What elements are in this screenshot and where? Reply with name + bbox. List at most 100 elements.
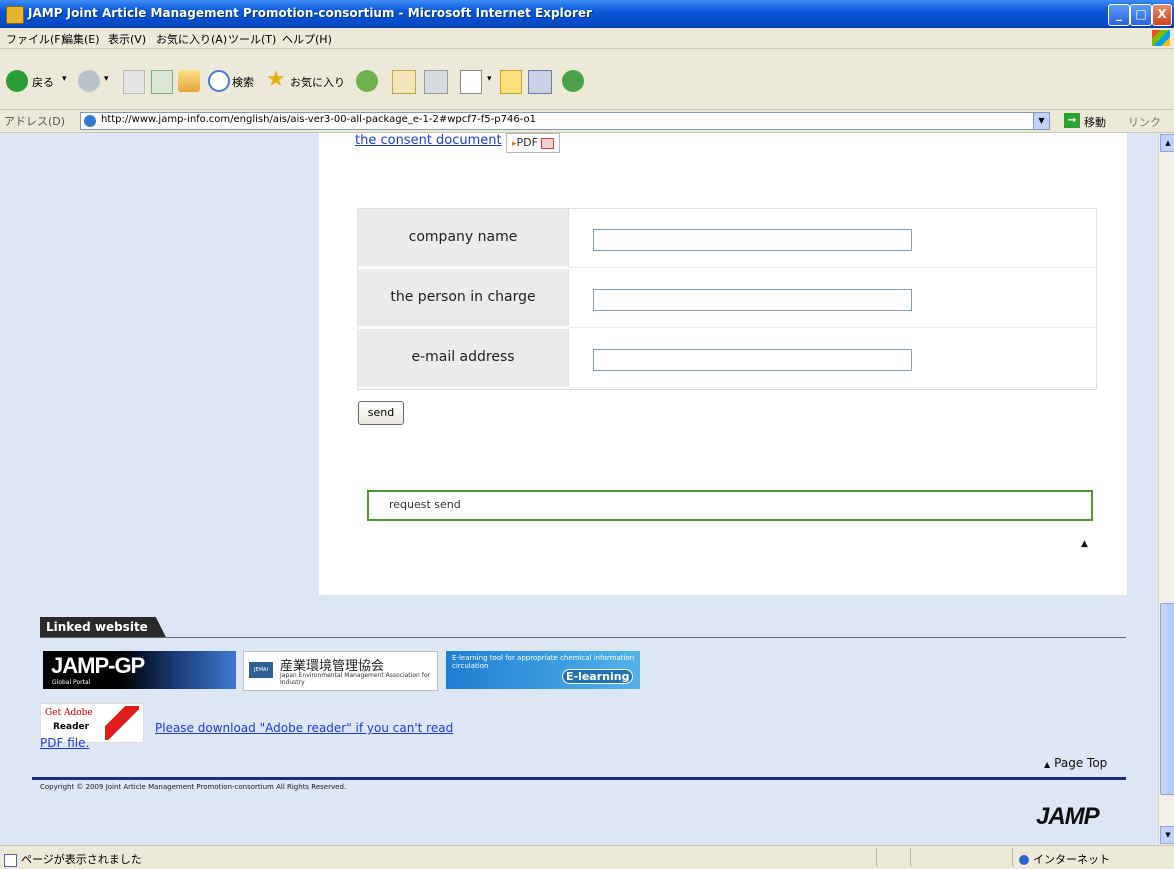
links-button[interactable]: リンク — [1128, 114, 1161, 130]
email-address-label: e-mail address — [358, 329, 569, 387]
jamp-gp-title: JAMP-GP — [51, 653, 145, 678]
pdf-badge-label: PDF — [516, 136, 538, 149]
close-button[interactable]: X — [1152, 4, 1172, 26]
up-arrow-icon: ▲ — [1044, 760, 1051, 769]
search-label[interactable]: 検索 — [232, 74, 254, 90]
go-arrow-icon[interactable]: → — [1064, 113, 1080, 128]
menu-favorites[interactable]: お気に入り(A) — [156, 31, 227, 47]
research-icon[interactable] — [528, 70, 552, 94]
back-label[interactable]: 戻る — [32, 74, 54, 90]
window-title: JAMP Joint Article Management Promotion-… — [28, 6, 592, 20]
reader-text: Reader — [53, 722, 90, 732]
status-separator — [910, 848, 911, 866]
elearning-banner[interactable]: E-learning tool for appropriate chemical… — [446, 651, 640, 689]
page-viewport: the consent document ▸PDF company name t… — [0, 133, 1158, 845]
request-form: company name the person in charge e-mail… — [357, 208, 1097, 390]
forward-icon[interactable] — [78, 70, 100, 92]
email-address-input[interactable] — [593, 349, 912, 371]
windows-logo-icon — [1152, 30, 1170, 46]
form-cell — [569, 209, 1096, 268]
title-bar: JAMP Joint Article Management Promotion-… — [0, 0, 1174, 28]
adobe-reader-download-link-line2[interactable]: PDF file. — [40, 736, 89, 750]
copyright-text: Copyright © 2009 Joint Article Managemen… — [40, 783, 347, 791]
menu-file[interactable]: ファイル(F) — [6, 31, 65, 47]
favorites-label[interactable]: お気に入り — [290, 74, 345, 90]
form-row-email: e-mail address — [358, 329, 1096, 388]
form-row-company: company name — [358, 209, 1096, 268]
status-separator — [876, 848, 877, 866]
jemai-english-name: Japan Environmental Management Associati… — [280, 672, 430, 686]
edit-dropdown-icon[interactable]: ▾ — [487, 74, 492, 84]
menu-bar: ファイル(F) 編集(E) 表示(V) お気に入り(A) ツール(T) ヘルプ(… — [0, 28, 1174, 49]
minimize-button[interactable]: _ — [1108, 4, 1130, 26]
scroll-down-icon[interactable]: ▼ — [1160, 826, 1174, 844]
status-separator — [1012, 848, 1013, 866]
back-dropdown-icon[interactable]: ▾ — [62, 74, 67, 84]
address-label: アドレス(D) — [4, 115, 66, 128]
jamp-gp-subtitle: Global Portal — [52, 679, 91, 686]
edit-icon[interactable] — [460, 70, 482, 94]
discuss-icon[interactable] — [500, 70, 522, 94]
address-url[interactable]: http://www.jamp-info.com/english/ais/ais… — [101, 114, 536, 125]
content-panel: the consent document ▸PDF company name t… — [319, 133, 1127, 595]
history-icon[interactable] — [356, 70, 378, 92]
jamp-gp-banner[interactable]: JAMP-GP Global Portal — [43, 651, 236, 689]
page-top-label: Page Top — [1054, 756, 1108, 770]
scroll-thumb[interactable] — [1160, 603, 1174, 795]
consent-document-link[interactable]: the consent document — [355, 133, 502, 148]
mail-icon[interactable] — [392, 70, 416, 94]
go-button[interactable]: 移動 — [1084, 114, 1106, 130]
page-icon — [84, 115, 96, 127]
status-message: ページが表示されました — [21, 853, 142, 866]
jamp-logo: JAMP — [1036, 803, 1100, 830]
status-zone: インターネット — [1019, 851, 1110, 867]
forward-dropdown-icon[interactable]: ▾ — [104, 74, 109, 84]
menu-view[interactable]: 表示(V) — [108, 31, 146, 47]
company-name-label: company name — [358, 209, 569, 267]
address-input[interactable]: http://www.jamp-info.com/english/ais/ais… — [80, 112, 1050, 130]
menu-edit[interactable]: 編集(E) — [62, 31, 100, 47]
get-adobe-text: Get Adobe — [45, 708, 93, 718]
form-row-person: the person in charge — [358, 269, 1096, 328]
company-name-input[interactable] — [593, 229, 912, 251]
request-send-box: request send — [367, 490, 1093, 521]
status-text: ページが表示されました — [4, 851, 142, 867]
favorites-star-icon[interactable]: ★ — [266, 69, 288, 92]
home-icon[interactable] — [178, 70, 200, 92]
vertical-scrollbar[interactable]: ▲ ▼ — [1158, 133, 1174, 845]
footer-divider — [32, 777, 1126, 780]
person-in-charge-label: the person in charge — [358, 269, 569, 327]
adobe-reader-download-link[interactable]: Please download "Adobe reader" if you ca… — [155, 721, 453, 735]
status-bar: ページが表示されました インターネット — [0, 845, 1174, 869]
search-icon[interactable] — [208, 70, 230, 92]
person-in-charge-input[interactable] — [593, 289, 912, 311]
request-send-text: request send — [389, 498, 461, 511]
address-bar: アドレス(D) http://www.jamp-info.com/english… — [0, 110, 1174, 133]
adobe-reader-icon — [105, 706, 139, 740]
pdf-icon — [540, 137, 554, 149]
linked-website-heading: Linked website — [40, 617, 166, 637]
jemai-banner[interactable]: JEMAI 産業環境管理協会 Japan Environmental Manag… — [243, 651, 438, 691]
scroll-up-icon[interactable]: ▲ — [1160, 134, 1174, 152]
back-icon[interactable] — [6, 70, 28, 92]
form-cell — [569, 269, 1096, 328]
page-done-icon — [4, 853, 17, 867]
messenger-icon[interactable] — [562, 70, 584, 92]
page-top-link[interactable]: ▲ Page Top — [1044, 756, 1107, 770]
elearning-badge: E-learning — [562, 669, 634, 684]
send-button[interactable]: send — [358, 401, 404, 425]
refresh-icon[interactable] — [151, 70, 173, 94]
address-dropdown-icon[interactable]: ▼ — [1033, 113, 1049, 129]
toolbar: 戻る ▾ ▾ 検索 ★ お気に入り ▾ — [0, 49, 1174, 110]
maximize-button[interactable]: □ — [1130, 4, 1152, 26]
elearning-description: E-learning tool for appropriate chemical… — [452, 654, 635, 670]
stop-icon[interactable] — [123, 70, 145, 94]
menu-tools[interactable]: ツール(T) — [228, 31, 276, 47]
ie-app-icon[interactable] — [6, 6, 24, 24]
menu-help[interactable]: ヘルプ(H) — [282, 31, 332, 47]
print-icon[interactable] — [424, 70, 448, 94]
pdf-badge[interactable]: ▸PDF — [506, 133, 560, 153]
scroll-top-arrow-icon[interactable]: ▲ — [1081, 539, 1088, 549]
divider — [40, 637, 1126, 638]
form-cell — [569, 329, 1096, 388]
